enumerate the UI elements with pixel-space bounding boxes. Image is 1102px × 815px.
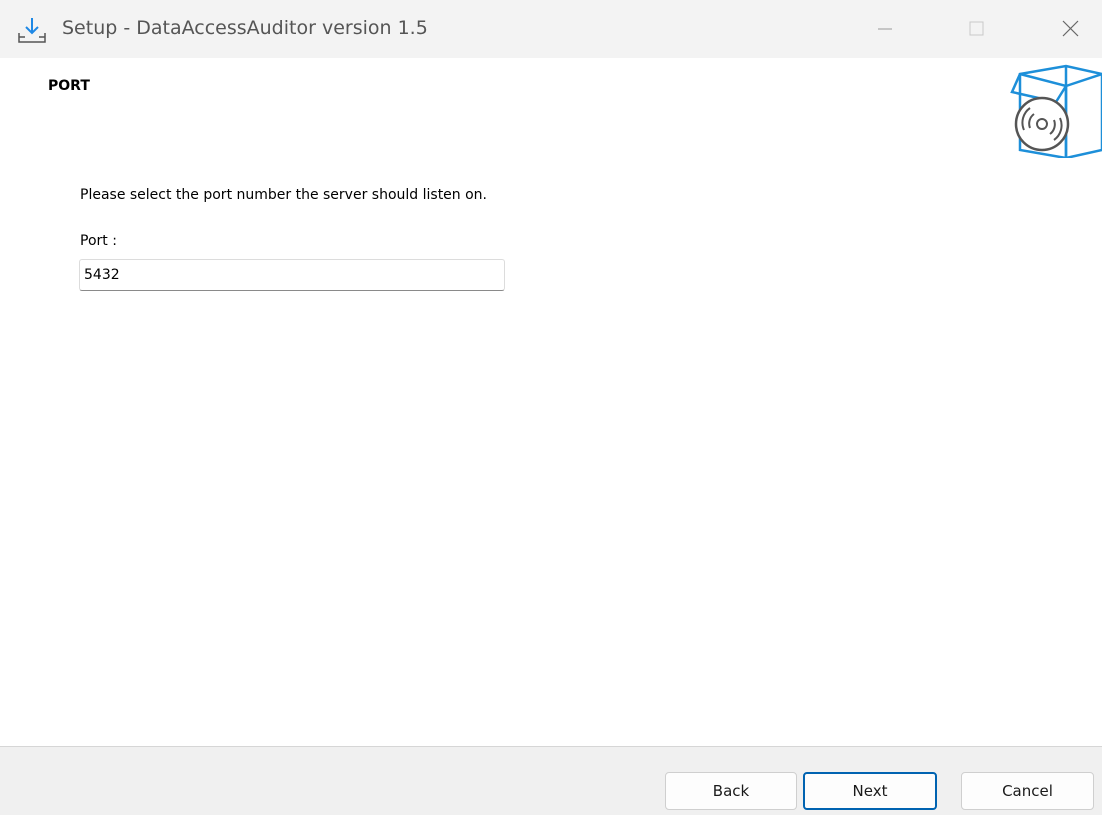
title-bar: Setup - DataAccessAuditor version 1.5 [0, 0, 1102, 58]
port-input[interactable] [79, 259, 505, 291]
maximize-icon [969, 21, 984, 36]
download-tray-icon [17, 16, 47, 44]
close-icon [1062, 20, 1079, 37]
back-button[interactable]: Back [665, 772, 797, 810]
page-title: PORT [48, 78, 90, 94]
minimize-icon [878, 28, 892, 30]
cancel-button[interactable]: Cancel [961, 772, 1094, 810]
port-label: Port : [80, 233, 117, 249]
wizard-header [0, 58, 1102, 158]
next-button[interactable]: Next [803, 772, 937, 810]
maximize-button[interactable] [954, 0, 1010, 58]
box-disc-icon [1008, 62, 1102, 158]
close-button[interactable] [1046, 0, 1102, 58]
minimize-button[interactable] [858, 0, 914, 58]
instruction-text: Please select the port number the server… [80, 187, 488, 203]
window-title: Setup - DataAccessAuditor version 1.5 [62, 17, 428, 39]
